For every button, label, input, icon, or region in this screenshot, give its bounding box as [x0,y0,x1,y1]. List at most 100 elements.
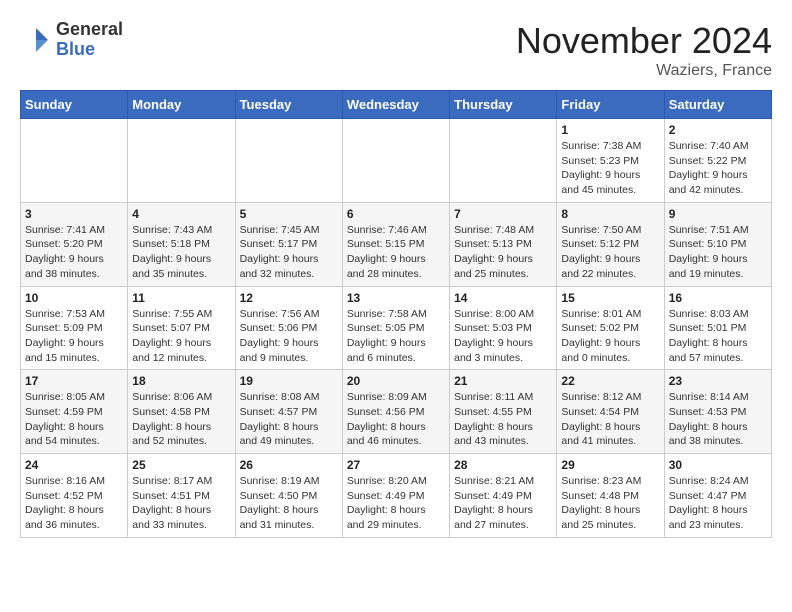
day-number: 15 [561,291,659,305]
calendar-week-row: 24 Sunrise: 8:16 AMSunset: 4:52 PMDayligh… [21,454,772,538]
day-info: Sunrise: 8:23 AMSunset: 4:48 PMDaylight:… [561,474,659,533]
calendar-cell: 14Sunrise: 8:00 AMSunset: 5:03 PMDayligh… [450,286,557,370]
day-number: 14 [454,291,552,305]
day-info: Sunrise: 8:03 AMSunset: 5:01 PMDaylight:… [669,307,767,366]
day-number: 18 [132,374,230,388]
day-number: 3 [25,207,123,221]
day-info: Sunrise: 8:11 AMSunset: 4:55 PMDaylight:… [454,390,552,449]
day-info: Sunrise: 8:20 AMSunset: 4:49 PMDaylight:… [347,474,445,533]
day-number: 11 [132,291,230,305]
calendar-week-row: 3 Sunrise: 7:41 AMSunset: 5:20 PMDaylight… [21,202,772,286]
day-number: 28 [454,458,552,472]
calendar-cell: 25 Sunrise: 8:17 AMSunset: 4:51 PMDayligh… [128,454,235,538]
day-info: Sunrise: 8:01 AMSunset: 5:02 PMDaylight:… [561,307,659,366]
day-number: 12 [240,291,338,305]
calendar-cell [128,119,235,203]
day-number: 10 [25,291,123,305]
day-info: Sunrise: 7:51 AMSunset: 5:10 PMDaylight:… [669,223,767,282]
day-info: Sunrise: 8:05 AMSunset: 4:59 PMDaylight:… [25,390,123,449]
day-info: Sunrise: 7:58 AMSunset: 5:05 PMDaylight:… [347,307,445,366]
day-number: 30 [669,458,767,472]
calendar-cell: 24 Sunrise: 8:16 AMSunset: 4:52 PMDayligh… [21,454,128,538]
day-info: Sunrise: 8:19 AMSunset: 4:50 PMDaylight:… [240,474,338,533]
day-number: 9 [669,207,767,221]
header-day-tuesday: Tuesday [235,91,342,119]
day-info: Sunrise: 7:55 AMSunset: 5:07 PMDaylight:… [132,307,230,366]
day-info: Sunrise: 7:46 AMSunset: 5:15 PMDaylight:… [347,223,445,282]
day-info: Sunrise: 7:40 AMSunset: 5:22 PMDaylight:… [669,139,767,198]
calendar-cell: 4Sunrise: 7:43 AMSunset: 5:18 PMDaylight… [128,202,235,286]
day-info: Sunrise: 8:14 AMSunset: 4:53 PMDaylight:… [669,390,767,449]
calendar-cell: 16 Sunrise: 8:03 AMSunset: 5:01 PMDayligh… [664,286,771,370]
calendar-week-row: 10 Sunrise: 7:53 AMSunset: 5:09 PMDayligh… [21,286,772,370]
day-number: 20 [347,374,445,388]
day-number: 6 [347,207,445,221]
day-info: Sunrise: 8:08 AMSunset: 4:57 PMDaylight:… [240,390,338,449]
calendar-cell: 19 Sunrise: 8:08 AMSunset: 4:57 PMDayligh… [235,370,342,454]
day-info: Sunrise: 8:21 AMSunset: 4:49 PMDaylight:… [454,474,552,533]
calendar-cell: 22 Sunrise: 8:12 AMSunset: 4:54 PMDayligh… [557,370,664,454]
day-number: 13 [347,291,445,305]
calendar-cell: 28 Sunrise: 8:21 AMSunset: 4:49 PMDayligh… [450,454,557,538]
calendar-cell: 6 Sunrise: 7:46 AMSunset: 5:15 PMDaylight… [342,202,449,286]
calendar-cell [342,119,449,203]
calendar-body: 1Sunrise: 7:38 AMSunset: 5:23 PMDaylight… [21,119,772,538]
day-number: 23 [669,374,767,388]
day-number: 27 [347,458,445,472]
day-number: 2 [669,123,767,137]
header-day-thursday: Thursday [450,91,557,119]
day-number: 16 [669,291,767,305]
day-number: 22 [561,374,659,388]
calendar-cell: 30 Sunrise: 8:24 AMSunset: 4:47 PMDayligh… [664,454,771,538]
location: Waziers, France [516,62,772,80]
day-number: 25 [132,458,230,472]
month-title: November 2024 [516,20,772,62]
calendar-header-row: SundayMondayTuesdayWednesdayThursdayFrid… [21,91,772,119]
day-info: Sunrise: 8:12 AMSunset: 4:54 PMDaylight:… [561,390,659,449]
day-info: Sunrise: 8:17 AMSunset: 4:51 PMDaylight:… [132,474,230,533]
title-area: November 2024 Waziers, France [516,20,772,80]
day-number: 5 [240,207,338,221]
calendar-cell: 5 Sunrise: 7:45 AMSunset: 5:17 PMDaylight… [235,202,342,286]
calendar-cell: 23 Sunrise: 8:14 AMSunset: 4:53 PMDayligh… [664,370,771,454]
calendar-cell: 8Sunrise: 7:50 AMSunset: 5:12 PMDaylight… [557,202,664,286]
day-number: 26 [240,458,338,472]
day-info: Sunrise: 8:16 AMSunset: 4:52 PMDaylight:… [25,474,123,533]
day-info: Sunrise: 7:48 AMSunset: 5:13 PMDaylight:… [454,223,552,282]
calendar-cell: 2 Sunrise: 7:40 AMSunset: 5:22 PMDaylight… [664,119,771,203]
day-number: 24 [25,458,123,472]
calendar-cell: 20 Sunrise: 8:09 AMSunset: 4:56 PMDayligh… [342,370,449,454]
day-number: 19 [240,374,338,388]
day-info: Sunrise: 7:50 AMSunset: 5:12 PMDaylight:… [561,223,659,282]
header: General Blue November 2024 Waziers, Fran… [20,20,772,80]
calendar-cell: 3 Sunrise: 7:41 AMSunset: 5:20 PMDaylight… [21,202,128,286]
logo: General Blue [20,20,123,60]
header-day-sunday: Sunday [21,91,128,119]
day-number: 17 [25,374,123,388]
calendar-cell [235,119,342,203]
calendar-cell [21,119,128,203]
day-info: Sunrise: 7:45 AMSunset: 5:17 PMDaylight:… [240,223,338,282]
day-number: 4 [132,207,230,221]
day-number: 7 [454,207,552,221]
header-day-saturday: Saturday [664,91,771,119]
day-info: Sunrise: 8:24 AMSunset: 4:47 PMDaylight:… [669,474,767,533]
calendar-cell: 21Sunrise: 8:11 AMSunset: 4:55 PMDayligh… [450,370,557,454]
calendar-week-row: 17 Sunrise: 8:05 AMSunset: 4:59 PMDayligh… [21,370,772,454]
calendar-cell: 12Sunrise: 7:56 AMSunset: 5:06 PMDayligh… [235,286,342,370]
calendar-cell: 10 Sunrise: 7:53 AMSunset: 5:09 PMDayligh… [21,286,128,370]
logo-general: General [56,19,123,39]
header-day-monday: Monday [128,91,235,119]
calendar-cell: 29Sunrise: 8:23 AMSunset: 4:48 PMDayligh… [557,454,664,538]
day-number: 1 [561,123,659,137]
calendar-cell: 9 Sunrise: 7:51 AMSunset: 5:10 PMDaylight… [664,202,771,286]
calendar-cell: 13 Sunrise: 7:58 AMSunset: 5:05 PMDayligh… [342,286,449,370]
calendar-cell: 18Sunrise: 8:06 AMSunset: 4:58 PMDayligh… [128,370,235,454]
calendar-cell: 1Sunrise: 7:38 AMSunset: 5:23 PMDaylight… [557,119,664,203]
day-info: Sunrise: 7:53 AMSunset: 5:09 PMDaylight:… [25,307,123,366]
header-day-friday: Friday [557,91,664,119]
day-info: Sunrise: 8:09 AMSunset: 4:56 PMDaylight:… [347,390,445,449]
day-info: Sunrise: 7:41 AMSunset: 5:20 PMDaylight:… [25,223,123,282]
calendar-cell: 11 Sunrise: 7:55 AMSunset: 5:07 PMDayligh… [128,286,235,370]
logo-text: General Blue [56,20,123,60]
